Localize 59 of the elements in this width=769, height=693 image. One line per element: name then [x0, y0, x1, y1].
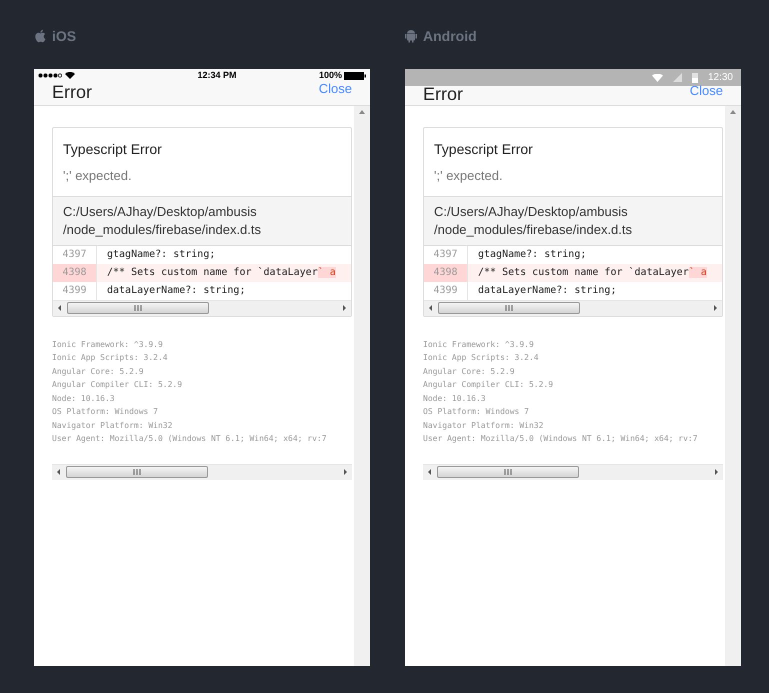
grip-icon [504, 469, 512, 475]
horizontal-scrollbar[interactable] [423, 464, 723, 480]
close-button[interactable]: Close [318, 82, 352, 96]
signal-icon [38, 73, 62, 78]
apple-icon [34, 29, 46, 43]
code-line: gtagName?: string; [477, 248, 586, 262]
environment-line: Ionic Framework: ^3.9.9 [423, 338, 535, 350]
horizontal-scrollbar[interactable] [424, 300, 722, 316]
error-title: Typescript Error [63, 140, 163, 159]
environment-line: Node: 10.16.3 [52, 392, 116, 404]
platform-label: iOS [52, 26, 76, 46]
vertical-scrollbar[interactable] [725, 106, 741, 666]
signal-icon [672, 73, 682, 82]
environment-line: Navigator Platform: Win32 [52, 420, 174, 432]
battery-icon [344, 72, 366, 80]
environment-line: User Agent: Mozilla/5.0 (Windows NT 6.1; Win64; x64; rv:7 [423, 433, 699, 445]
environment-line: Angular Core: 5.2.9 [52, 366, 145, 378]
horizontal-scrollbar[interactable] [52, 464, 352, 480]
page-title: Error [52, 82, 92, 102]
up-arrow-icon[interactable] [729, 109, 737, 115]
error-title: Typescript Error [434, 140, 534, 159]
file-path: C:/Users/AJhay/Desktop/ambusis /node_modules/firebase/index.d.ts [424, 196, 722, 246]
environment-line: Navigator Platform: Win32 [423, 420, 544, 432]
android-icon [405, 29, 417, 43]
battery-percent: 100% [318, 71, 342, 80]
grip-icon [134, 305, 142, 311]
close-button[interactable]: Close [690, 84, 723, 98]
wifi-icon [652, 74, 663, 82]
environment-line: Ionic App Scripts: 3.2.4 [52, 352, 169, 364]
environment-line: Angular Compiler CLI: 5.2.9 [52, 379, 184, 391]
environment-line: OS Platform: Windows 7 [423, 406, 530, 418]
vertical-scrollbar[interactable] [354, 106, 370, 666]
up-arrow-icon[interactable] [358, 109, 366, 115]
code-line: dataLayerName?: string; [106, 284, 246, 298]
environment-line: Ionic App Scripts: 3.2.4 [423, 352, 540, 364]
wifi-icon [65, 72, 75, 79]
platform-label: Android [423, 26, 477, 46]
environment-line: User Agent: Mozilla/5.0 (Windows NT 6.1; Win64; x64; rv:7 [52, 433, 328, 445]
grip-icon [133, 469, 141, 475]
environment-line: Ionic Framework: ^3.9.9 [52, 338, 164, 350]
environment-line: Node: 10.16.3 [423, 392, 487, 404]
line-number: 4398 [424, 264, 468, 282]
grip-icon [505, 305, 513, 311]
error-message: ';' expected. [434, 167, 504, 185]
environment-line: OS Platform: Windows 7 [52, 406, 159, 418]
code-line: dataLayerName?: string; [477, 284, 616, 298]
error-message: ';' expected. [63, 167, 133, 185]
code-line: /** Sets custom name for `dataLayer` a [477, 266, 707, 280]
line-number: 4398 [53, 264, 97, 282]
file-path: C:/Users/AJhay/Desktop/ambusis /node_modules/firebase/index.d.ts [53, 196, 351, 246]
environment-line: Angular Core: 5.2.9 [423, 366, 516, 378]
horizontal-scrollbar[interactable] [53, 300, 351, 316]
status-time: 12:34 PM [197, 71, 236, 80]
status-time: 12:30 [708, 71, 733, 85]
battery-icon [692, 72, 698, 83]
environment-line: Angular Compiler CLI: 5.2.9 [423, 379, 554, 391]
page-title: Error [423, 84, 463, 104]
code-line: gtagName?: string; [106, 248, 216, 262]
code-line: /** Sets custom name for `dataLayer` a [106, 266, 336, 280]
